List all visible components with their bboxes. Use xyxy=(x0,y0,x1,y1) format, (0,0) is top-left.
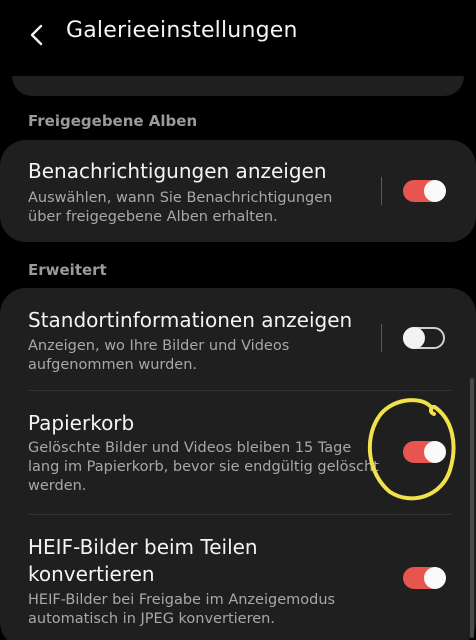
page-title: Galerieeinstellungen xyxy=(66,18,298,43)
toggle-knob xyxy=(424,180,446,202)
setting-desc-location-line2: aufgenommen wurden. xyxy=(28,357,198,373)
toggle-location[interactable] xyxy=(403,327,445,349)
section-label-advanced: Erweitert xyxy=(28,261,107,279)
setting-row-heif[interactable]: HEIF-Bilder beim Teilen konvertieren HEI… xyxy=(0,515,476,640)
back-button[interactable] xyxy=(22,20,52,50)
setting-desc-notifications-line1: Auswählen, wann Sie Benachrichtigungen xyxy=(28,190,333,206)
setting-desc-heif-line1: HEIF-Bilder bei Freigabe im Anzeigemodus xyxy=(28,592,336,608)
vertical-separator xyxy=(381,324,382,352)
app-header: Galerieeinstellungen xyxy=(0,0,476,70)
card-advanced: Standortinformationen anzeigen Anzeigen,… xyxy=(0,288,476,640)
setting-desc-notifications-line2: über freigegebene Alben erhalten. xyxy=(28,209,278,225)
setting-desc-trash-line2: lang im Papierkorb, bevor sie endgültig … xyxy=(28,459,379,475)
setting-desc-location-line1: Anzeigen, wo Ihre Bilder und Videos xyxy=(28,338,290,354)
setting-title-trash: Papierkorb xyxy=(28,411,135,435)
previous-card-edge xyxy=(12,76,464,96)
toggle-heif[interactable] xyxy=(403,567,446,589)
toggle-notifications[interactable] xyxy=(403,180,446,202)
gallery-settings-screen: Galerieeinstellungen Freigegebene Alben … xyxy=(0,0,476,640)
toggle-trash[interactable] xyxy=(403,441,446,463)
toggle-knob xyxy=(403,327,425,349)
setting-desc-trash-line1: Gelöschte Bilder und Videos bleiben 15 T… xyxy=(28,440,352,456)
setting-row-notifications[interactable]: Benachrichtigungen anzeigen Auswählen, w… xyxy=(0,140,476,242)
vertical-separator xyxy=(381,177,382,205)
setting-title-heif-line1: HEIF-Bilder beim Teilen xyxy=(28,535,258,559)
setting-desc-trash-line3: werden. xyxy=(28,478,87,494)
scrollbar[interactable] xyxy=(470,378,474,638)
setting-row-trash[interactable]: Papierkorb Gelöschte Bilder und Videos b… xyxy=(0,391,476,513)
setting-title-heif-line2: konvertieren xyxy=(28,562,155,586)
toggle-knob xyxy=(424,441,446,463)
card-shared-albums: Benachrichtigungen anzeigen Auswählen, w… xyxy=(0,140,476,242)
chevron-left-icon xyxy=(30,24,43,46)
section-label-shared-albums: Freigegebene Alben xyxy=(28,112,198,130)
setting-row-location[interactable]: Standortinformationen anzeigen Anzeigen,… xyxy=(0,288,476,390)
setting-title-location: Standortinformationen anzeigen xyxy=(28,308,353,332)
toggle-knob xyxy=(424,567,446,589)
setting-title-notifications: Benachrichtigungen anzeigen xyxy=(28,159,327,183)
setting-desc-heif-line2: automatisch in JPEG konvertieren. xyxy=(28,611,275,627)
